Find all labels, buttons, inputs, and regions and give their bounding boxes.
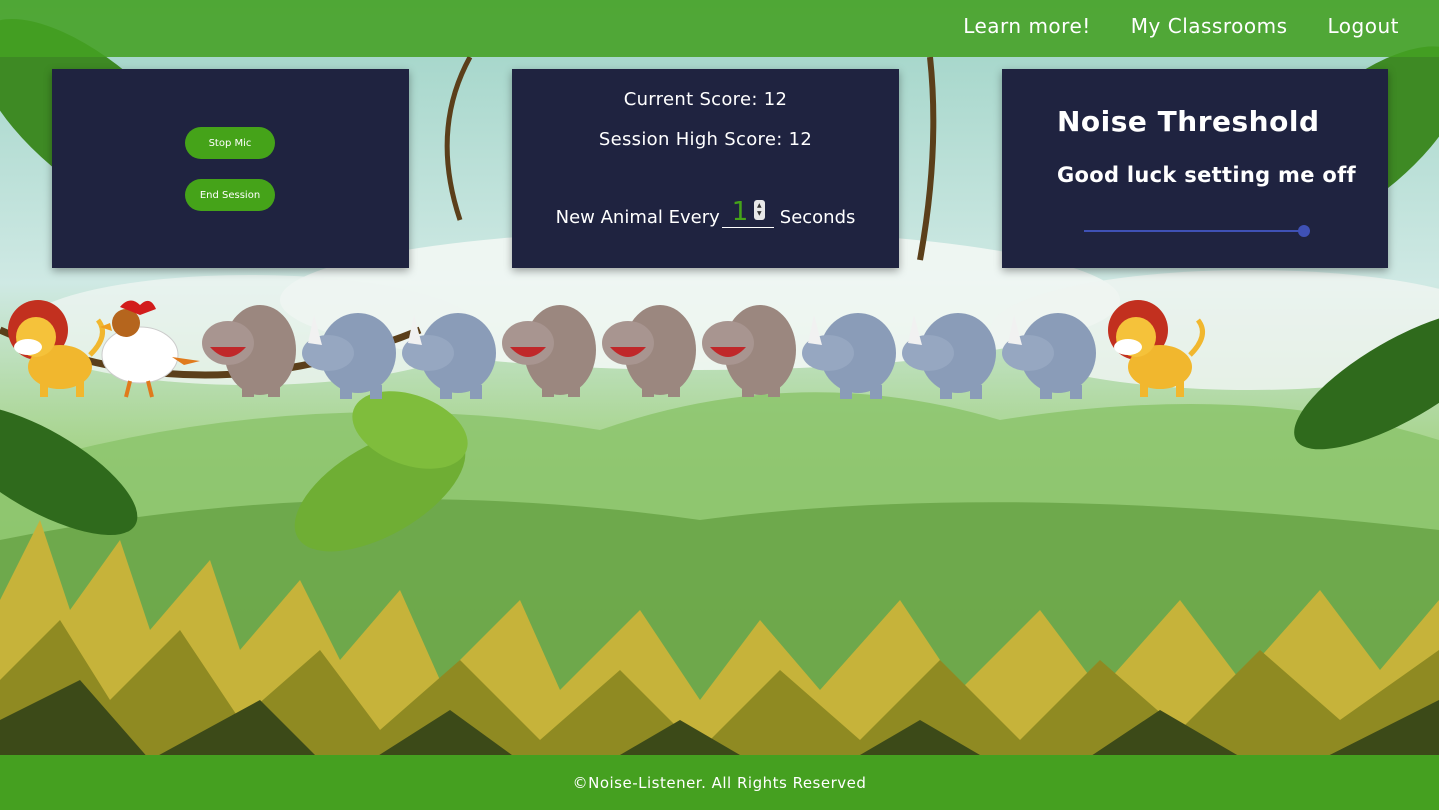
lion-icon <box>8 300 105 397</box>
top-nav-bar: Learn more! My Classrooms Logout <box>0 0 1439 57</box>
logout-link[interactable]: Logout <box>1328 14 1399 38</box>
threshold-subtitle: Good luck setting me off <box>1057 163 1356 187</box>
seconds-label: Seconds <box>779 207 856 228</box>
learn-more-link[interactable]: Learn more! <box>963 14 1091 38</box>
interval-label: New Animal Every <box>555 207 720 228</box>
rooster-icon <box>100 300 200 398</box>
noise-threshold-panel: Noise Threshold Good luck setting me off <box>1002 69 1388 268</box>
hippo-icon <box>702 305 796 397</box>
footer-bar: ©Noise-Listener. All Rights Reserved <box>0 755 1439 810</box>
my-classrooms-link[interactable]: My Classrooms <box>1131 14 1288 38</box>
rhino-icon <box>802 313 896 399</box>
rhino-icon <box>1002 313 1096 399</box>
hippo-icon <box>602 305 696 397</box>
rhino-icon <box>302 313 396 399</box>
current-score: Current Score: 12 <box>623 89 788 110</box>
lion-icon <box>1108 300 1205 397</box>
spinner-icon[interactable]: ▲ ▼ <box>753 200 765 220</box>
rhino-icon <box>402 313 496 399</box>
rhino-icon <box>902 313 996 399</box>
threshold-slider-thumb[interactable] <box>1298 225 1310 237</box>
interval-number-input[interactable]: 1 ▲ ▼ <box>721 197 774 228</box>
copyright-text: ©Noise-Listener. All Rights Reserved <box>572 774 867 792</box>
animal-interval-row: New Animal Every 1 ▲ ▼ Seconds <box>512 197 899 228</box>
end-session-button[interactable]: End Session <box>185 179 275 211</box>
stop-mic-button[interactable]: Stop Mic <box>185 127 275 159</box>
mic-controls-panel: Stop Mic End Session <box>52 69 409 268</box>
session-high-score: Session High Score: 12 <box>598 129 813 150</box>
threshold-slider-track[interactable] <box>1084 230 1304 232</box>
hippo-icon <box>202 305 296 397</box>
interval-value[interactable]: 1 <box>732 199 749 225</box>
animal-parade <box>8 300 1205 399</box>
hippo-icon <box>502 305 596 397</box>
score-panel: Current Score: 12 Session High Score: 12… <box>512 69 899 268</box>
threshold-title: Noise Threshold <box>1057 105 1320 138</box>
nav-links: Learn more! My Classrooms Logout <box>963 14 1399 38</box>
